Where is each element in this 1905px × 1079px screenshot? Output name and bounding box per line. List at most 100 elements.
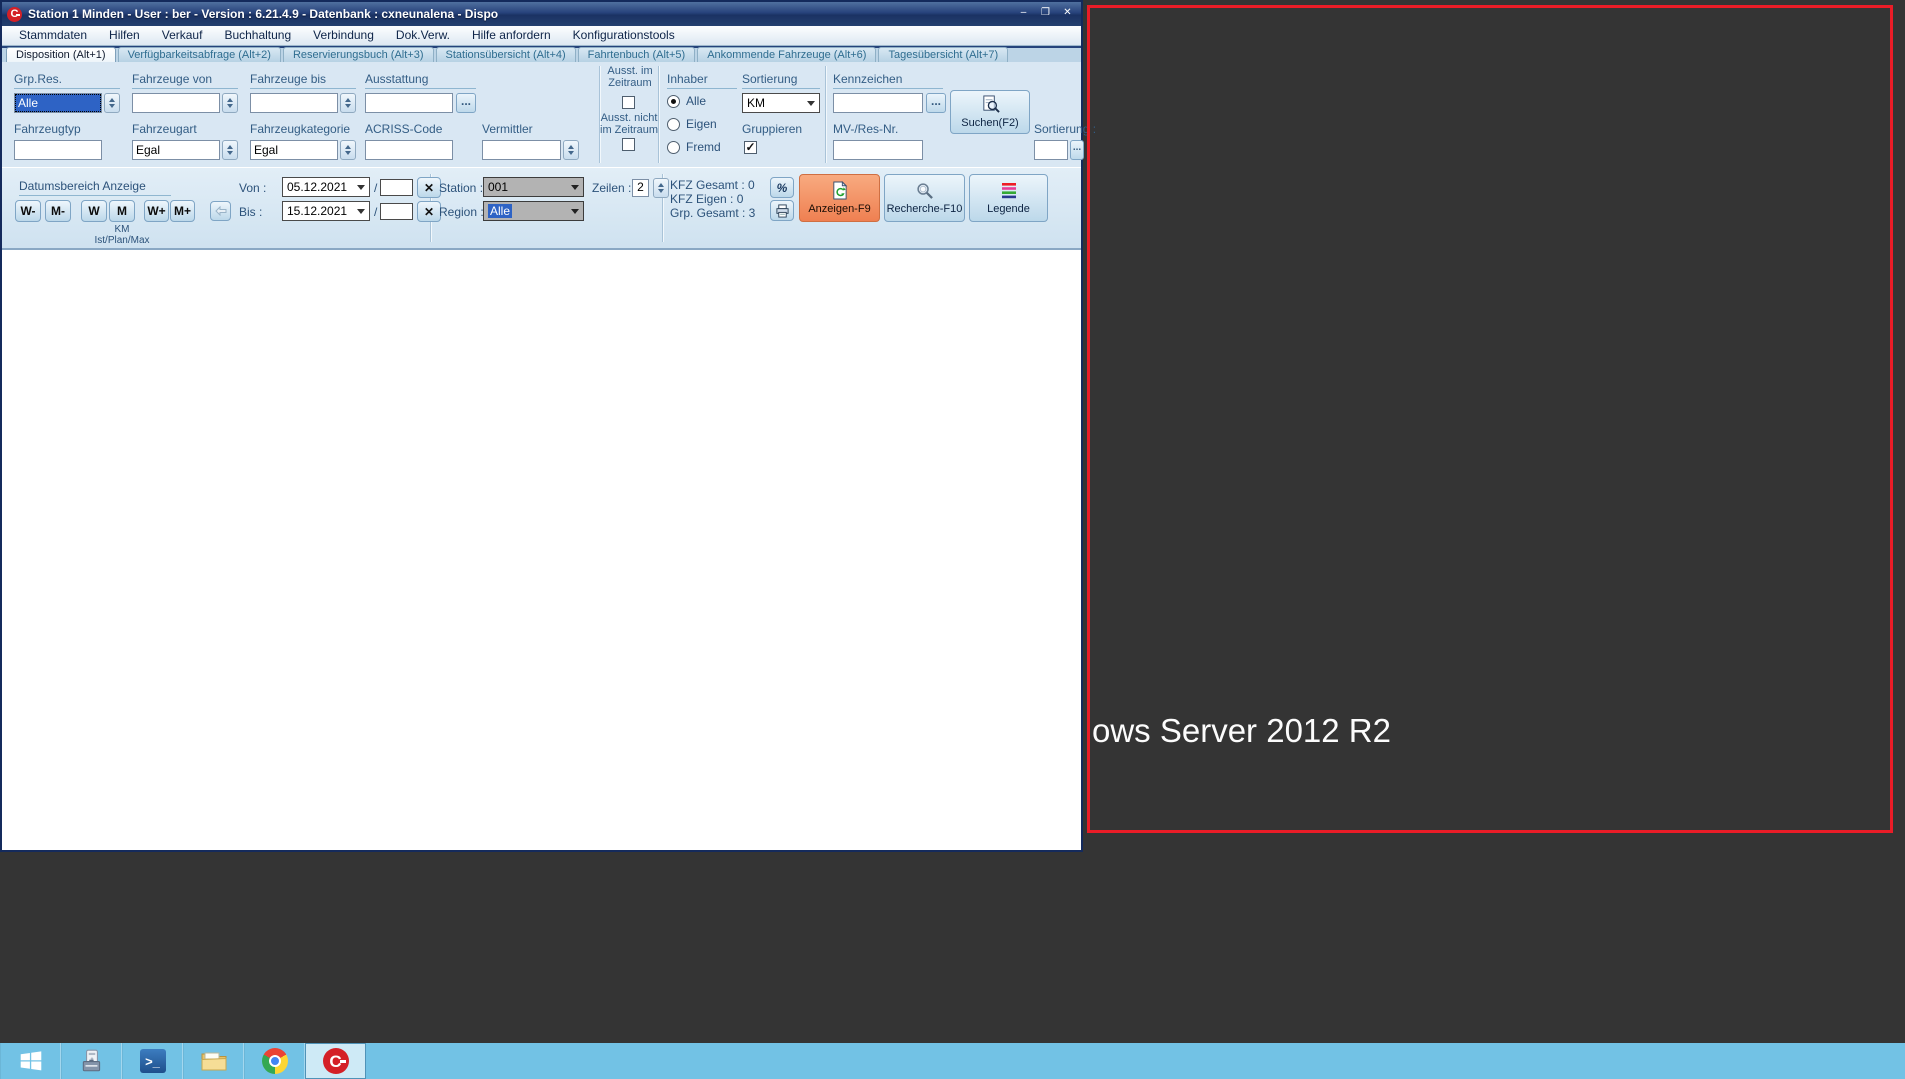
kfz-eigen-label: KFZ Eigen : 0 — [670, 192, 743, 206]
kennzeichen-input[interactable] — [833, 93, 923, 113]
fahrzeuge-von-input[interactable] — [132, 93, 238, 113]
fahrzeugkategorie-combo[interactable]: Egal — [250, 140, 356, 160]
powershell-button[interactable]: >_ — [122, 1043, 183, 1079]
chevron-down-icon — [807, 101, 815, 106]
spinner-icon[interactable] — [340, 140, 356, 160]
spinner-icon[interactable] — [340, 93, 356, 113]
km-ist-plan-max-label: KMIst/Plan/Max — [86, 224, 158, 246]
month-back-button[interactable]: M- — [45, 200, 71, 222]
file-explorer-button[interactable] — [183, 1043, 244, 1079]
sortierung2-browse-button[interactable]: ... — [1070, 140, 1084, 160]
tab-reservierungsbuch[interactable]: Reservierungsbuch (Alt+3) — [283, 47, 434, 62]
week-forward-button[interactable]: W+ — [144, 200, 169, 222]
month-button[interactable]: M — [109, 200, 135, 222]
mv-res-nr-input[interactable] — [833, 140, 923, 160]
chevron-down-icon — [357, 185, 365, 190]
spinner-icon[interactable] — [222, 140, 238, 160]
spinner-icon[interactable] — [104, 93, 120, 113]
ausst-im-zeitraum-label: Ausst. imZeitraum — [603, 65, 657, 89]
menu-verbindung[interactable]: Verbindung — [302, 26, 385, 45]
powershell-icon: >_ — [140, 1049, 166, 1073]
bis-clear-button[interactable]: ✕ — [417, 201, 441, 222]
tab-disposition[interactable]: Disposition (Alt+1) — [6, 47, 116, 62]
desktop: C Station 1 Minden - User : ber - Versio… — [0, 0, 1905, 1079]
menu-stammdaten[interactable]: Stammdaten — [8, 26, 98, 45]
ausst-im-zeitraum-checkbox[interactable] — [622, 96, 635, 109]
acriss-code-input[interactable] — [365, 140, 453, 160]
maximize-button[interactable]: ❐ — [1038, 6, 1053, 20]
week-back-button[interactable]: W- — [15, 200, 41, 222]
print-button[interactable] — [770, 200, 794, 221]
kennzeichen-browse-button[interactable]: ... — [926, 93, 946, 113]
grp-res-combo[interactable]: Alle — [14, 93, 120, 113]
week-button[interactable]: W — [81, 200, 107, 222]
menu-konfigurationstools[interactable]: Konfigurationstools — [562, 26, 686, 45]
fahrzeuge-bis-input[interactable] — [250, 93, 356, 113]
zeilen-spinner[interactable] — [653, 178, 669, 198]
dispo-app-button[interactable]: C — [305, 1043, 366, 1079]
menu-hilfe-anfordern[interactable]: Hilfe anfordern — [461, 26, 562, 45]
spinner-icon[interactable] — [222, 93, 238, 113]
spinner-icon[interactable] — [563, 140, 579, 160]
ausstattung-browse-button[interactable]: ... — [456, 93, 476, 113]
zeilen-input[interactable]: 2 — [632, 179, 649, 197]
fahrzeugart-combo[interactable]: Egal — [132, 140, 238, 160]
slash-label: / — [374, 205, 377, 219]
vermittler-input[interactable] — [482, 140, 579, 160]
server-manager-button[interactable] — [61, 1043, 122, 1079]
grp-res-value: Alle — [14, 93, 102, 113]
tab-verfuegbarkeitsabfrage[interactable]: Verfügbarkeitsabfrage (Alt+2) — [118, 47, 281, 62]
suchen-button[interactable]: Suchen(F2) — [950, 90, 1030, 134]
start-button[interactable] — [0, 1043, 61, 1079]
tab-ankommende-fahrzeuge[interactable]: Ankommende Fahrzeuge (Alt+6) — [697, 47, 876, 62]
slash-label: / — [374, 181, 377, 195]
station-dropdown[interactable]: 001 — [483, 177, 584, 197]
inhaber-alle-radio[interactable]: Alle — [667, 94, 706, 108]
inhaber-fremd-radio[interactable]: Fremd — [667, 140, 721, 154]
undo-arrow-button[interactable] — [210, 201, 231, 221]
month-forward-button[interactable]: M+ — [170, 200, 195, 222]
bis-date-dropdown[interactable]: 15.12.2021 — [282, 201, 370, 221]
gruppieren-checkbox[interactable] — [744, 141, 757, 154]
von-clear-button[interactable]: ✕ — [417, 177, 441, 198]
sortierung-value: KM — [747, 96, 765, 110]
anzeigen-button[interactable]: Anzeigen-F9 — [799, 174, 880, 222]
menu-buchhaltung[interactable]: Buchhaltung — [213, 26, 302, 45]
von-time-input[interactable] — [380, 179, 413, 196]
tab-tagesuebersicht[interactable]: Tagesübersicht (Alt+7) — [878, 47, 1008, 62]
ausstattung-input[interactable] — [365, 93, 453, 113]
divider — [658, 66, 659, 163]
sortierung2-input[interactable] — [1034, 140, 1068, 160]
legende-button[interactable]: Legende — [969, 174, 1048, 222]
mv-res-nr-label: MV-/Res-Nr. — [833, 122, 898, 136]
inhaber-eigen-radio[interactable]: Eigen — [667, 117, 717, 131]
window-title: Station 1 Minden - User : ber - Version … — [28, 7, 498, 21]
fahrzeugart-label: Fahrzeugart — [132, 122, 197, 136]
region-dropdown[interactable]: Alle — [483, 201, 584, 221]
bis-time-input[interactable] — [380, 203, 413, 220]
von-date-value: 05.12.2021 — [287, 180, 347, 194]
folder-icon — [200, 1049, 228, 1073]
minimize-button[interactable]: – — [1016, 6, 1031, 20]
fahrzeuge-von-label: Fahrzeuge von — [132, 72, 212, 86]
menu-verkauf[interactable]: Verkauf — [151, 26, 214, 45]
dispo-window: C Station 1 Minden - User : ber - Versio… — [0, 0, 1083, 852]
tab-stationsuebersicht[interactable]: Stationsübersicht (Alt+4) — [436, 47, 576, 62]
menu-dokverw[interactable]: Dok.Verw. — [385, 26, 461, 45]
bis-label: Bis : — [239, 205, 262, 219]
fahrzeugtyp-input[interactable] — [14, 140, 102, 160]
dispo-app-icon: C — [323, 1048, 349, 1074]
fahrzeugkategorie-value: Egal — [250, 140, 338, 160]
radio-icon — [667, 118, 680, 131]
menu-hilfen[interactable]: Hilfen — [98, 26, 151, 45]
tab-bar: Disposition (Alt+1) Verfügbarkeitsabfrag… — [2, 46, 1081, 62]
close-button[interactable]: ✕ — [1060, 6, 1075, 20]
chrome-button[interactable] — [244, 1043, 305, 1079]
recherche-button[interactable]: Recherche-F10 — [884, 174, 965, 222]
percent-button[interactable]: % — [770, 177, 794, 198]
sortierung-dropdown[interactable]: KM — [742, 93, 820, 113]
windows-logo-icon — [18, 1048, 44, 1074]
ausst-nicht-im-zeitraum-checkbox[interactable] — [622, 138, 635, 151]
von-date-dropdown[interactable]: 05.12.2021 — [282, 177, 370, 197]
tab-fahrtenbuch[interactable]: Fahrtenbuch (Alt+5) — [578, 47, 696, 62]
